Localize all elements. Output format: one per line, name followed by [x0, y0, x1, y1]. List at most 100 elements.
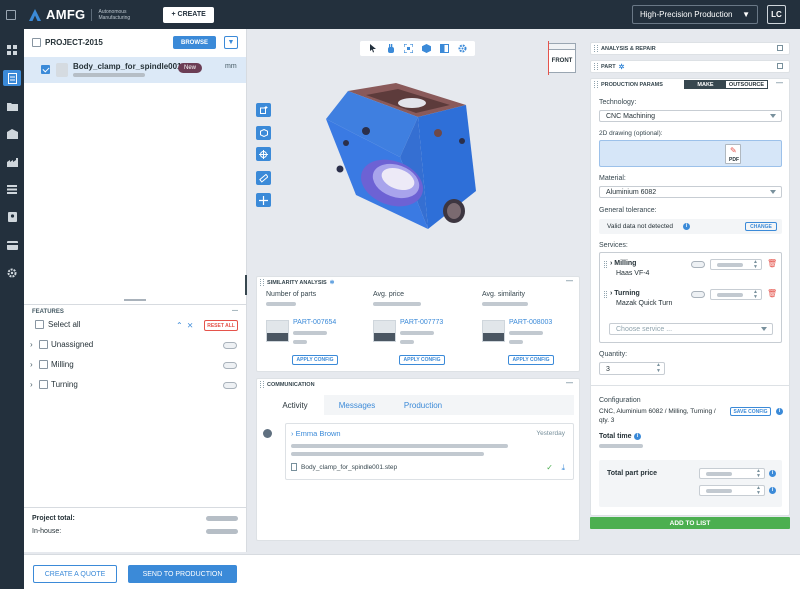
part-3d-model[interactable] [326, 83, 506, 245]
settings-icon[interactable] [5, 266, 19, 280]
tab-production[interactable]: Production [390, 395, 456, 415]
contacts-icon[interactable] [5, 210, 19, 224]
billing-icon[interactable] [5, 238, 19, 252]
feature-item[interactable]: › Milling [30, 360, 74, 369]
service-toggle[interactable] [691, 261, 705, 268]
feature-checkbox[interactable] [39, 340, 48, 349]
part-thumbnail[interactable] [373, 320, 396, 342]
analysis-repair-card[interactable]: ANALYSIS & REPAIR [590, 42, 790, 55]
stepper-arrows-icon[interactable]: ▲ ▼ [656, 362, 661, 374]
create-button[interactable]: + CREATE [163, 6, 214, 23]
info-icon[interactable]: i [683, 223, 690, 230]
project-checkbox[interactable] [32, 38, 41, 47]
stepper-arrows-icon[interactable]: ▲ ▼ [753, 260, 758, 270]
add-to-list-button[interactable]: ADD TO LIST [590, 517, 790, 529]
service-item[interactable]: › Milling [610, 260, 636, 267]
service-stepper[interactable]: ▲ ▼ [710, 289, 762, 300]
feature-item[interactable]: › Turning [30, 380, 78, 389]
chevron-right-icon[interactable]: › [30, 340, 36, 349]
factory-icon[interactable] [5, 127, 19, 141]
process-select[interactable]: High-Precision Production ▼ [632, 5, 758, 24]
production-icon[interactable] [5, 155, 19, 169]
feature-toggle[interactable] [223, 382, 237, 389]
similar-part-link[interactable]: PART-008003 [509, 319, 552, 326]
minimize-icon[interactable]: — [566, 278, 573, 285]
feature-toggle[interactable] [223, 362, 237, 369]
pointer-icon[interactable] [368, 44, 377, 53]
create-quote-button[interactable]: CREATE A QUOTE [33, 565, 117, 583]
apply-config-button[interactable]: APPLY CONFIG [292, 355, 338, 365]
minimize-icon[interactable]: — [566, 380, 573, 387]
orders-icon[interactable] [3, 70, 21, 86]
part-thumbnail[interactable] [266, 320, 289, 342]
feature-checkbox[interactable] [39, 380, 48, 389]
minimize-icon[interactable]: — [776, 80, 783, 87]
expand-icon[interactable]: ⌃ [176, 321, 187, 330]
pan-hand-icon[interactable] [386, 44, 395, 53]
expand-collapse-icons[interactable]: ⌃⨯ [176, 321, 197, 330]
resize-handle[interactable] [124, 299, 146, 301]
service-toggle[interactable] [691, 291, 705, 298]
send-to-production-button[interactable]: SEND TO PRODUCTION [128, 565, 237, 583]
save-config-button[interactable]: SAVE CONFIG [730, 407, 771, 416]
reset-all-button[interactable]: RESET ALL [204, 320, 238, 331]
info-icon[interactable]: i [776, 408, 783, 415]
select-all[interactable]: Select all [35, 320, 80, 329]
panel-resize-handle[interactable] [245, 275, 247, 295]
folder-icon[interactable] [5, 99, 19, 113]
fit-view-icon[interactable] [404, 44, 414, 53]
list-icon[interactable] [5, 182, 19, 196]
similar-part-link[interactable]: PART-007654 [293, 319, 336, 326]
material-select[interactable]: Aluminium 6082 [599, 186, 782, 198]
feature-toggle[interactable] [223, 342, 237, 349]
activity-author[interactable]: › Emma Brown [291, 429, 341, 438]
browse-button[interactable]: BROWSE [173, 36, 216, 49]
settings-icon[interactable]: ✲ [619, 63, 625, 71]
feature-checkbox[interactable] [39, 360, 48, 369]
drag-handle-icon[interactable] [594, 63, 598, 70]
feature-item[interactable]: › Unassigned [30, 340, 93, 349]
settings-icon[interactable] [458, 44, 467, 53]
user-avatar[interactable]: LC [767, 5, 786, 24]
cube-view-icon[interactable] [421, 44, 431, 53]
measure-icon[interactable] [256, 171, 271, 185]
settings-icon[interactable]: ✲ [330, 280, 335, 286]
service-item[interactable]: › Turning [610, 290, 640, 297]
window-icon[interactable] [6, 9, 16, 20]
add-face-icon[interactable] [256, 103, 271, 117]
similar-part-link[interactable]: PART-007773 [400, 319, 443, 326]
expand-icon[interactable] [777, 45, 783, 51]
info-icon[interactable]: i [769, 487, 776, 494]
stepper-arrows-icon[interactable]: ▲ ▼ [753, 290, 758, 300]
drag-handle-icon[interactable] [604, 261, 607, 268]
axis-icon[interactable] [256, 193, 271, 207]
drag-handle-icon[interactable] [594, 81, 598, 88]
quantity-stepper[interactable]: 3 ▲ ▼ [599, 362, 665, 375]
chevron-right-icon[interactable]: › [30, 380, 36, 389]
target-icon[interactable] [256, 147, 271, 161]
apply-config-button[interactable]: APPLY CONFIG [399, 355, 445, 365]
outsource-option[interactable]: OUTSOURCE [726, 81, 767, 88]
drag-handle-icon[interactable] [260, 279, 264, 286]
pdf-file-icon[interactable]: ✎ PDF [725, 144, 741, 164]
drag-handle-icon[interactable] [260, 381, 264, 388]
tab-messages[interactable]: Messages [324, 395, 390, 415]
part-row[interactable]: Body_clamp_for_spindle001 New mm [24, 57, 246, 83]
technology-select[interactable]: CNC Machining [599, 110, 782, 122]
drawing-drop-zone[interactable]: ✎ PDF [599, 140, 782, 167]
service-stepper[interactable]: ▲ ▼ [710, 259, 762, 270]
info-icon[interactable]: i [769, 470, 776, 477]
part-thumbnail[interactable] [482, 320, 505, 342]
choose-service-select[interactable]: Choose service ... [609, 323, 773, 335]
collapse-icon[interactable]: ⨯ [187, 321, 198, 330]
minimize-icon[interactable]: — [232, 308, 238, 314]
expand-icon[interactable] [777, 63, 783, 69]
trash-icon[interactable]: 🗑 [767, 289, 777, 298]
part-card[interactable]: PART ✲ [590, 60, 790, 73]
download-icon[interactable]: ⤓ [561, 463, 565, 473]
info-icon[interactable]: i [634, 433, 641, 440]
select-all-checkbox[interactable] [35, 320, 44, 329]
view-cube[interactable]: FRONT [546, 41, 578, 75]
apply-config-button[interactable]: APPLY CONFIG [508, 355, 554, 365]
section-icon[interactable] [439, 44, 449, 53]
